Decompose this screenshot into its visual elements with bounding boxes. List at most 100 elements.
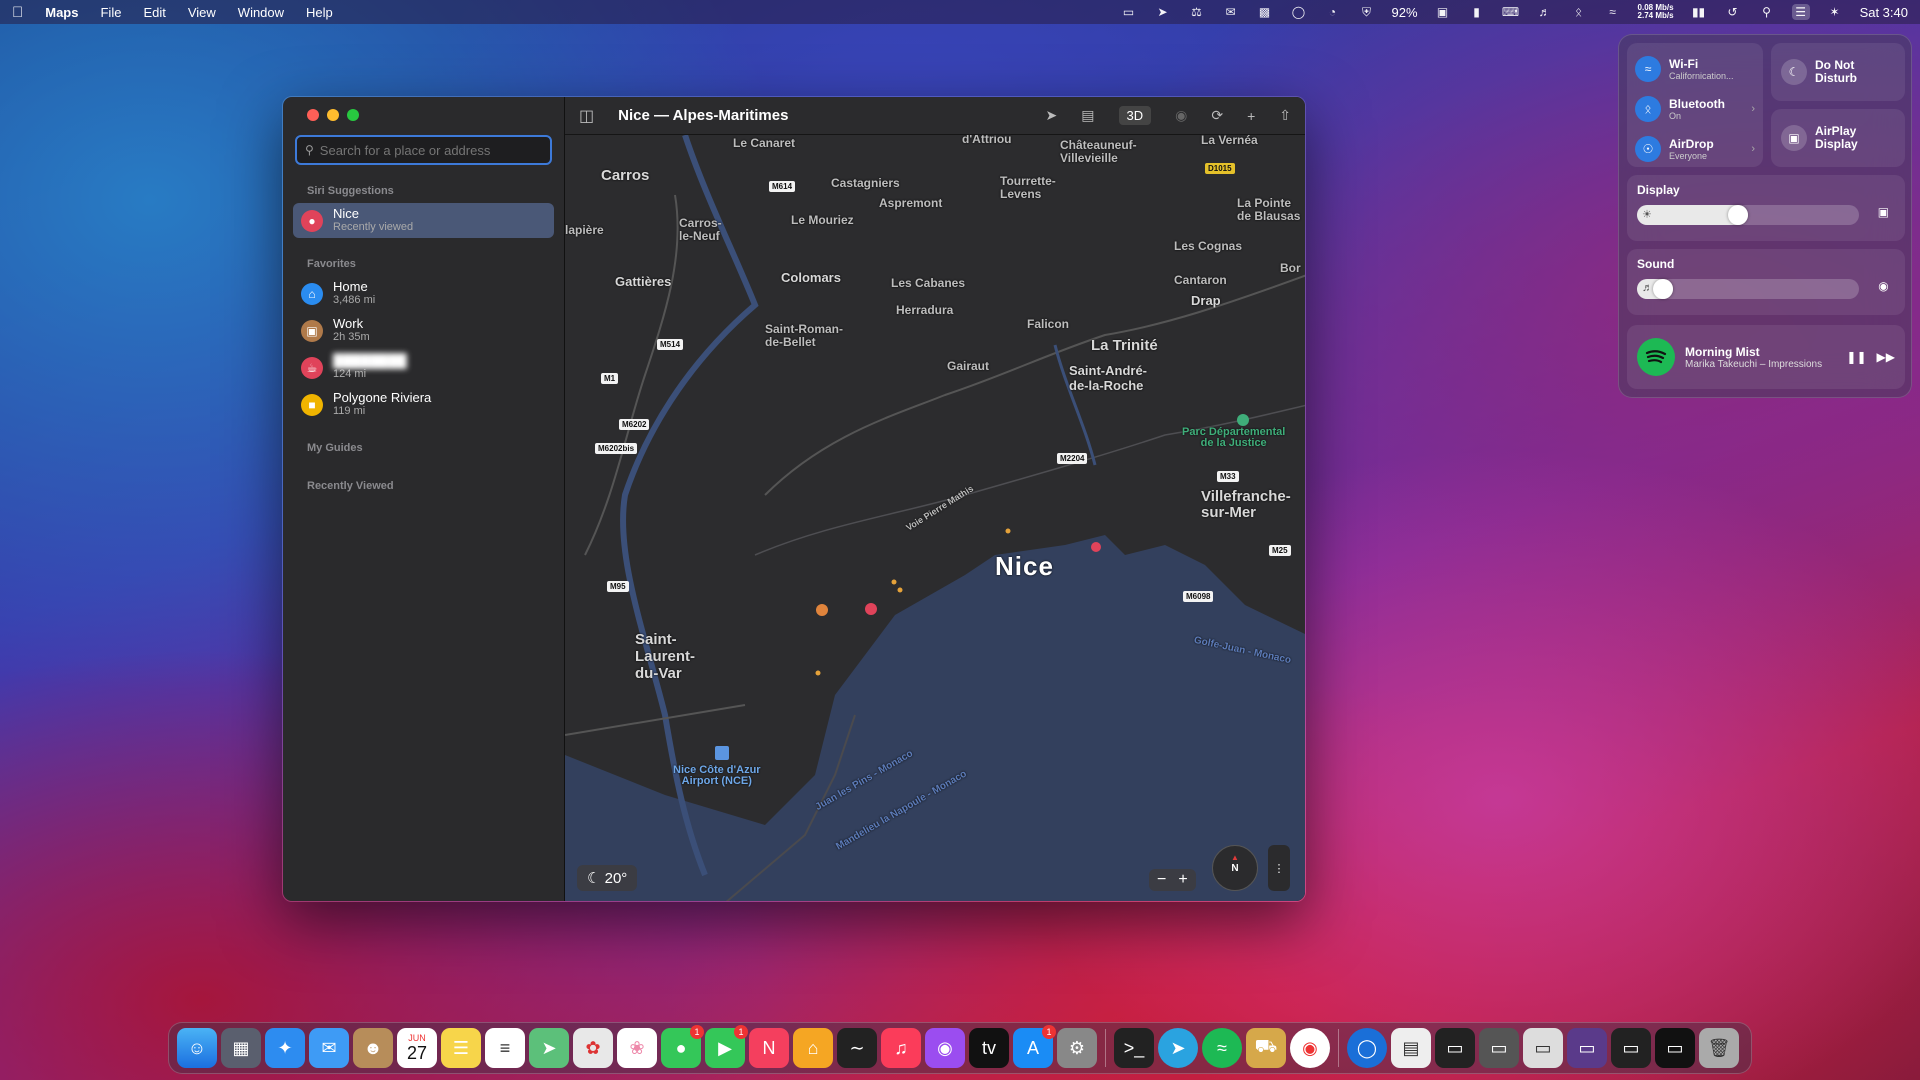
messages-icon[interactable]: ● 1 — [661, 1025, 704, 1068]
telegram-icon[interactable]: ➤ — [1158, 1028, 1198, 1068]
brightness-slider[interactable]: ☀ — [1637, 205, 1859, 225]
spotify-dock-icon[interactable]: ≈ — [1202, 1028, 1242, 1068]
display-status-icon[interactable]: ▭ — [1120, 4, 1138, 20]
wifi-status-icon[interactable]: ≈ — [1604, 4, 1622, 20]
transmit-icon[interactable]: ⛟ — [1246, 1028, 1286, 1068]
chevron-right-icon[interactable]: › — [1751, 103, 1755, 115]
wifi-toggle[interactable]: ≈ Wi-Fi Californication... — [1635, 49, 1755, 89]
maps-icon[interactable]: ➤ — [529, 1028, 569, 1068]
trash-icon[interactable]: 🗑 — [1699, 1028, 1739, 1068]
calendar-icon[interactable]: JUN 27 — [397, 1028, 437, 1068]
document-icon[interactable]: ▤ — [1391, 1028, 1431, 1068]
map-mode-icon[interactable]: ▤ — [1081, 107, 1094, 124]
window-thumbnail-icon[interactable]: ▭ — [1611, 1028, 1651, 1068]
music-icon[interactable]: ♫ — [881, 1028, 921, 1068]
map-canvas[interactable]: Le Canaret Carros Castagniers Aspremont … — [565, 135, 1305, 901]
bluetooth-status-icon[interactable]: ᛟ — [1570, 4, 1588, 20]
zoom-in-button[interactable]: + — [1178, 871, 1187, 889]
apple-tv-icon[interactable]: tv — [969, 1028, 1009, 1068]
spotify-icon[interactable] — [1637, 338, 1675, 376]
menu-file[interactable]: File — [100, 5, 121, 20]
flask-status-icon[interactable]: ⚖ — [1188, 4, 1206, 20]
notes-icon[interactable]: ☰ — [441, 1028, 481, 1068]
favorite-home[interactable]: ⌂ Home 3,486 mi — [293, 276, 554, 311]
siri-suggestion-nice[interactable]: ● Nice Recently viewed — [293, 203, 554, 238]
weather-badge[interactable]: ☾ 20° — [577, 865, 638, 891]
podcasts-icon[interactable]: ◉ — [925, 1028, 965, 1068]
binoculars-icon[interactable]: ◉ — [1175, 107, 1187, 124]
zoom-out-button[interactable]: − — [1157, 871, 1166, 889]
news-icon[interactable]: N — [749, 1028, 789, 1068]
share-icon[interactable]: ⇧ — [1279, 107, 1291, 124]
menu-view[interactable]: View — [188, 5, 216, 20]
apple-menu-icon[interactable]:  — [12, 4, 23, 21]
gauge-status-icon[interactable]: ◔ — [1324, 4, 1342, 20]
my-guides-header[interactable]: My Guides — [307, 442, 554, 454]
network-speed[interactable]: 0.08 Mb/s 2.74 Mb/s — [1638, 4, 1674, 20]
home-app-icon[interactable]: ⌂ — [793, 1028, 833, 1068]
pitch-control[interactable]: ⋮ — [1268, 845, 1290, 891]
window-thumbnail-icon[interactable]: ▭ — [1479, 1028, 1519, 1068]
battery-percent[interactable]: 92% — [1392, 5, 1418, 20]
zoom-control[interactable]: − + — [1149, 869, 1196, 891]
menu-edit[interactable]: Edit — [143, 5, 165, 20]
compass[interactable]: ▲ N — [1212, 845, 1258, 891]
search-field[interactable]: ⚲ — [295, 135, 552, 165]
brightness-knob[interactable] — [1728, 205, 1748, 225]
pause-icon[interactable]: ❚❚ — [1846, 350, 1866, 364]
search-input[interactable] — [319, 142, 540, 158]
launchpad-icon[interactable]: ▦ — [221, 1028, 261, 1068]
spotlight-search-icon[interactable]: ⚲ — [1758, 4, 1776, 20]
favorite-restaurant[interactable]: ☕ ████████ 124 mi — [293, 350, 554, 385]
safari-icon[interactable]: ✦ — [265, 1028, 305, 1068]
airdrop-toggle[interactable]: ☉ AirDrop Everyone › — [1635, 129, 1755, 169]
window-thumbnail-icon[interactable]: ▭ — [1523, 1028, 1563, 1068]
siri-icon[interactable]: ✶ — [1826, 4, 1844, 20]
favorite-polygone-riviera[interactable]: ■ Polygone Riviera 119 mi — [293, 387, 554, 422]
3d-button[interactable]: 3D — [1118, 106, 1152, 125]
menu-app-name[interactable]: Maps — [45, 5, 78, 20]
chrome-icon[interactable]: ◉ — [1290, 1028, 1330, 1068]
sidebar-toggle-icon[interactable]: ◫ — [579, 106, 594, 126]
location-arrow-icon[interactable]: ➤ — [1046, 107, 1058, 124]
recently-viewed-header[interactable]: Recently Viewed — [307, 480, 554, 492]
reminders-icon[interactable]: ≡ — [485, 1028, 525, 1068]
photo-booth-icon[interactable]: ✿ — [573, 1028, 613, 1068]
telegram-status-icon[interactable]: ➤ — [1154, 4, 1172, 20]
bluetooth-toggle[interactable]: ᛟ Bluetooth On › — [1635, 89, 1755, 129]
terminal-icon[interactable]: >_ — [1114, 1028, 1154, 1068]
add-icon[interactable]: + — [1247, 108, 1255, 124]
minimize-button[interactable] — [327, 109, 339, 121]
window-thumbnail-icon[interactable]: ▭ — [1655, 1028, 1695, 1068]
app-store-icon[interactable]: A1 — [1013, 1025, 1056, 1068]
shield-status-icon[interactable]: ⛨ — [1358, 4, 1376, 20]
volume-slider[interactable]: ♬ — [1637, 279, 1859, 299]
menu-clock[interactable]: Sat 3:40 — [1860, 5, 1908, 20]
display-settings-icon[interactable]: ▣ — [1873, 205, 1893, 225]
do-not-disturb-button[interactable]: ☾ Do Not Disturb — [1771, 43, 1905, 101]
menu-window[interactable]: Window — [238, 5, 284, 20]
onepassword-status-icon[interactable]: ◯ — [1290, 4, 1308, 20]
onepassword-icon[interactable]: ◯ — [1347, 1028, 1387, 1068]
facetime-icon[interactable]: ▶ 1 — [705, 1025, 748, 1068]
system-preferences-icon[interactable]: ⚙ — [1057, 1028, 1097, 1068]
airplay-status-icon[interactable]: ▣ — [1434, 4, 1452, 20]
favorite-work[interactable]: ▣ Work 2h 35m — [293, 313, 554, 348]
mail-icon[interactable]: ✉ — [309, 1028, 349, 1068]
window-thumbnail-icon[interactable]: ▭ — [1435, 1028, 1475, 1068]
mirror-status-icon[interactable]: ▩ — [1256, 4, 1274, 20]
mouse-status-icon[interactable]: ▮ — [1468, 4, 1486, 20]
airplay-audio-icon[interactable]: ◉ — [1873, 279, 1893, 299]
time-machine-icon[interactable]: ↺ — [1724, 4, 1742, 20]
stocks-icon[interactable]: ∼ — [837, 1028, 877, 1068]
photos-icon[interactable]: ❀ — [617, 1028, 657, 1068]
volume-status-icon[interactable]: ♬ — [1536, 4, 1554, 20]
window-thumbnail-icon[interactable]: ▭ — [1567, 1028, 1607, 1068]
menu-help[interactable]: Help — [306, 5, 333, 20]
keyboard-status-icon[interactable]: ⌨ — [1502, 4, 1520, 20]
chevron-right-icon[interactable]: › — [1751, 143, 1755, 155]
airplay-display-button[interactable]: ▣ AirPlay Display — [1771, 109, 1905, 167]
contacts-icon[interactable]: ☻ — [353, 1028, 393, 1068]
directions-icon[interactable]: ⟳ — [1211, 107, 1223, 124]
inbox-status-icon[interactable]: ✉ — [1222, 4, 1240, 20]
